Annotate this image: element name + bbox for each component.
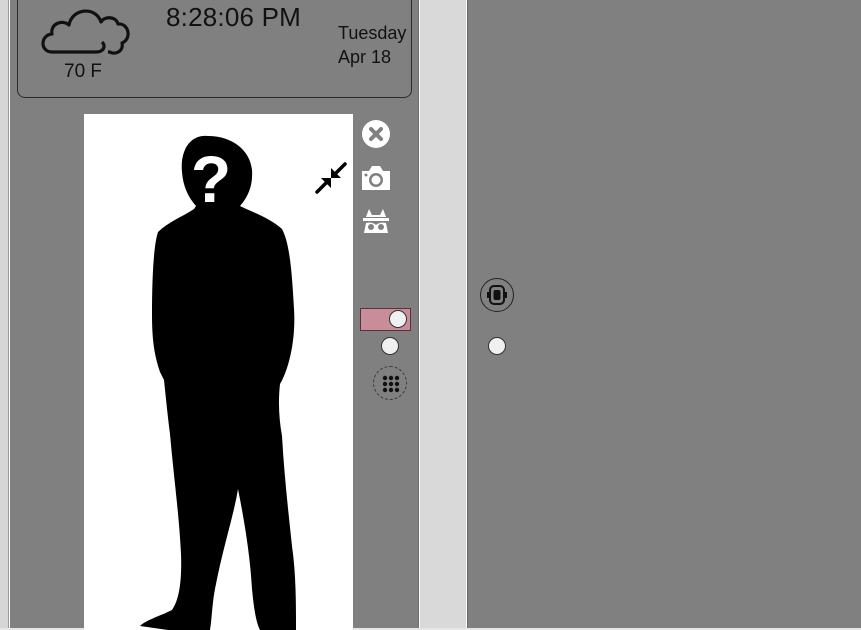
dialpad-icon [382,375,400,393]
close-icon[interactable] [361,119,391,149]
day-label: Tuesday [338,23,407,43]
toggle-knob [389,310,407,328]
video-feed: ? [84,114,353,630]
incognito-icon[interactable] [360,206,392,236]
temperature-label: 70 F [64,61,103,82]
collapse-arrows-icon[interactable] [314,161,348,195]
camera-switch-icon [487,285,507,305]
option-radio[interactable] [381,337,399,355]
clock-time: 8:28:06 PM [166,2,301,32]
right-panel [467,0,861,630]
date-label: Apr 18 [338,47,392,67]
cloud-icon [41,9,130,55]
camera-icon[interactable] [359,163,393,193]
panel-divider[interactable] [420,0,466,630]
status-header: 70 F 8:28:06 PM Tuesday Apr 18 [17,0,412,98]
camera-switch-button[interactable] [480,278,514,312]
svg-text:?: ? [191,142,231,216]
toggle-switch[interactable] [360,308,411,331]
right-option-radio[interactable] [488,337,506,355]
left-edge-strip [0,0,9,630]
unknown-person-silhouette: ? [140,135,296,630]
dialpad-button[interactable] [373,366,407,400]
